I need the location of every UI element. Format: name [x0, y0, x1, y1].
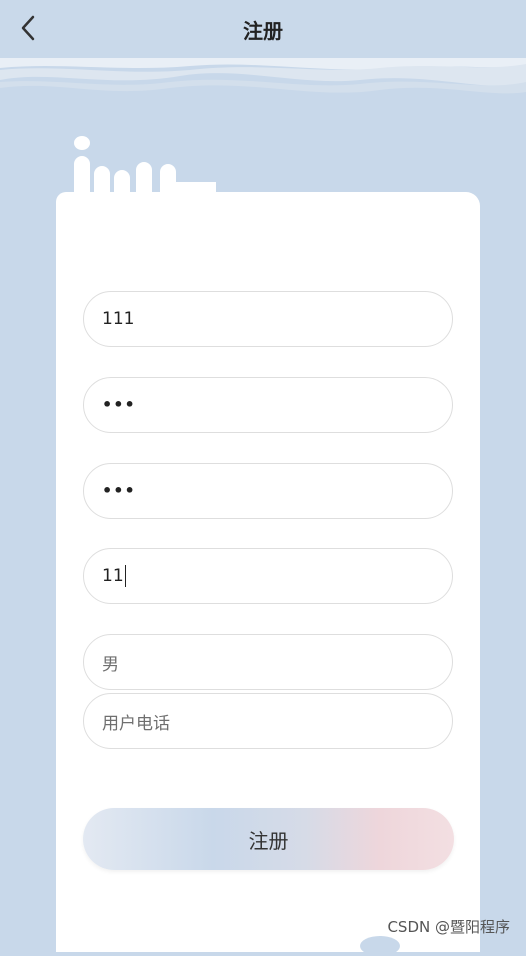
password-field[interactable]: ••• [83, 377, 453, 433]
age-value: 11 [102, 566, 124, 586]
phone-field[interactable]: 用户电话 [83, 693, 453, 749]
register-button[interactable]: 注册 [83, 808, 454, 870]
confirm-password-value: ••• [102, 480, 136, 500]
phone-placeholder: 用户电话 [102, 713, 170, 734]
gender-field[interactable]: 男 [83, 634, 453, 690]
bottom-blob-decoration [360, 936, 400, 956]
text-caret [124, 565, 126, 587]
watermark-text: CSDN @暨阳程序 [387, 918, 510, 936]
confirm-password-field[interactable]: ••• [83, 463, 453, 519]
username-field[interactable]: 111 [83, 291, 453, 347]
password-value: ••• [102, 394, 136, 414]
gender-placeholder: 男 [102, 654, 119, 675]
username-value: 111 [102, 309, 135, 329]
app-header: 注册 [0, 0, 526, 58]
age-field[interactable]: 11 [83, 548, 453, 604]
wave-decoration [0, 58, 526, 108]
page-title: 注册 [243, 18, 283, 43]
